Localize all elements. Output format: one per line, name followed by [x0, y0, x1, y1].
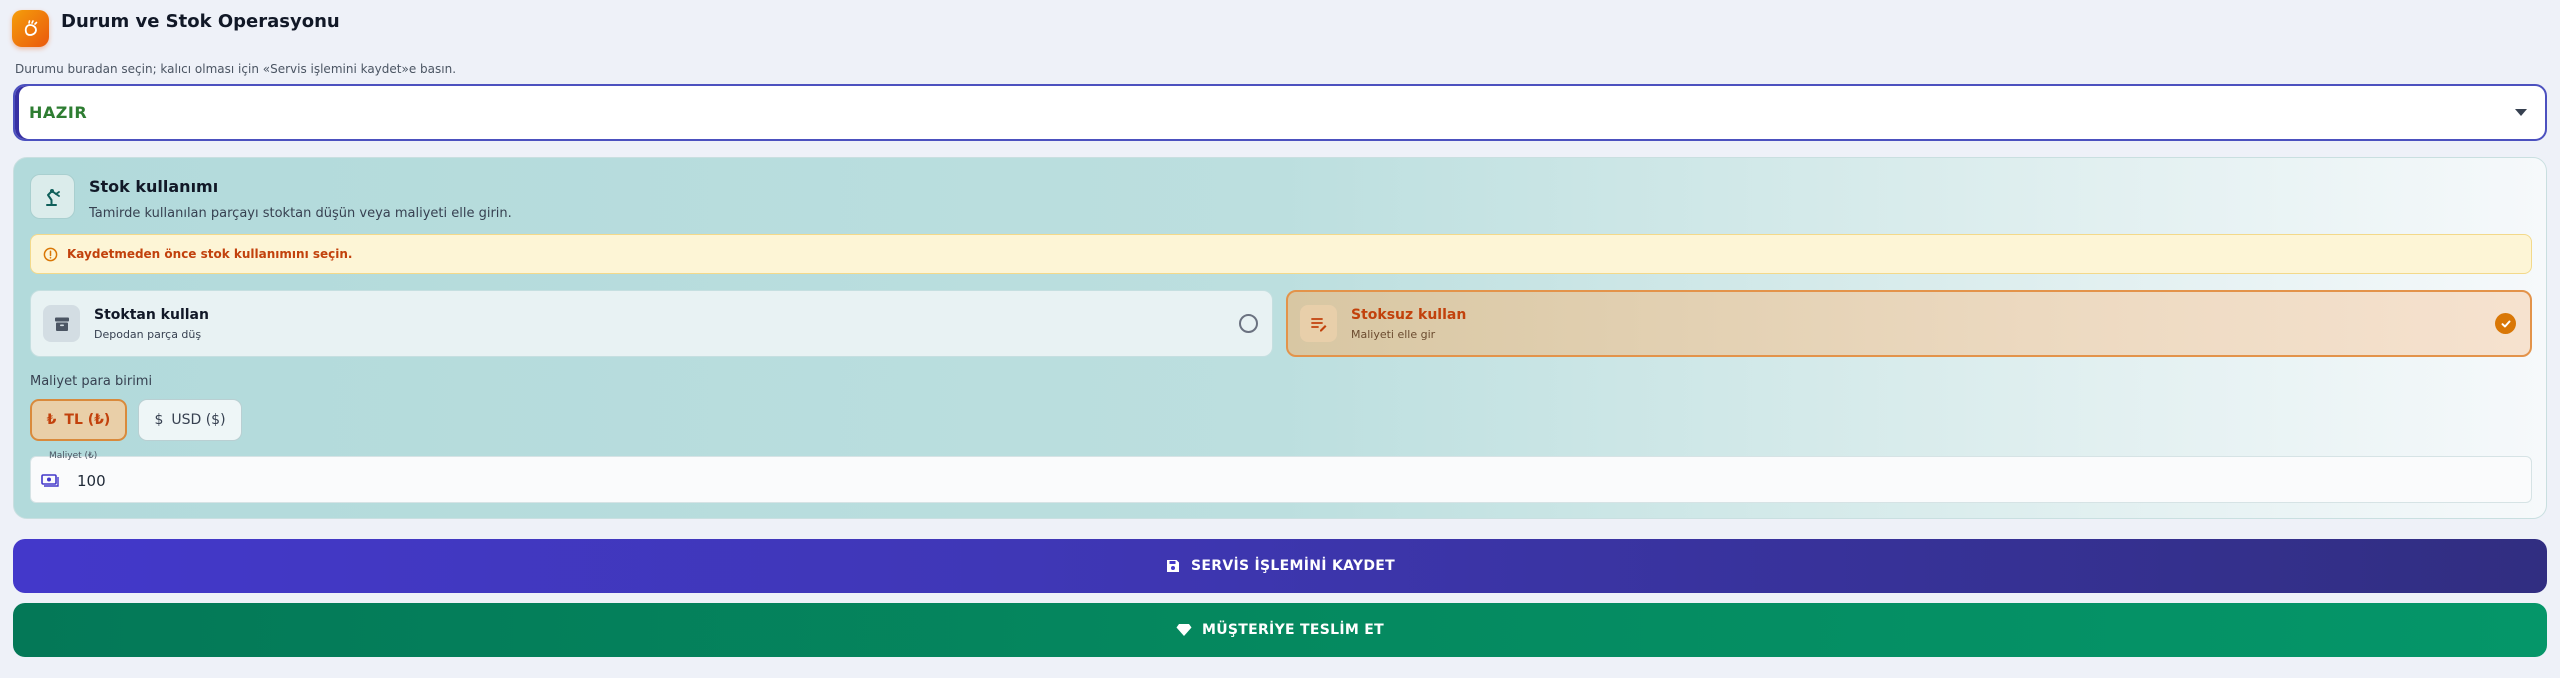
cost-value: 100 [77, 472, 106, 490]
floppy-disk-icon [1167, 560, 1180, 572]
stock-usage-panel: Stok kullanımı Tamirde kullanılan parçay… [13, 157, 2547, 519]
option-use-from-stock[interactable]: Stoktan kullan Depodan parça düş [30, 290, 1273, 357]
stock-panel-subtitle: Tamirde kullanılan parçayı stoktan düşün… [89, 206, 512, 221]
currency-label-tl: TL (₺) [64, 412, 111, 428]
currency-label: Maliyet para birimi [30, 374, 153, 389]
stock-warning-text: Kaydetmeden önce stok kullanımını seçin. [67, 247, 353, 261]
status-hint: Durumu buradan seçin; kalıcı olması için… [15, 62, 457, 76]
stock-panel-header: Stok kullanımı Tamirde kullanılan parçay… [30, 174, 512, 221]
option-subtitle: Depodan parça düş [94, 327, 202, 341]
deliver-to-customer-button[interactable]: MÜŞTERİYE TESLİM ET [13, 603, 2547, 657]
currency-label-usd: USD ($) [171, 412, 226, 428]
page-title: Durum ve Stok Operasyonu [61, 11, 340, 32]
hand-sparkle-icon [12, 10, 49, 47]
robot-arm-icon [30, 174, 75, 219]
edit-list-icon [1300, 305, 1337, 342]
option-title: Stoksuz kullan [1351, 306, 1467, 323]
check-circle-icon [2495, 313, 2516, 334]
page-header: Durum ve Stok Operasyonu [12, 10, 340, 47]
dollar-icon: $ [154, 412, 164, 428]
deliver-button-label: MÜŞTERİYE TESLİM ET [1201, 622, 1384, 638]
option-use-without-stock[interactable]: Stoksuz kullan Maliyeti elle gir [1286, 290, 2532, 357]
radio-unchecked-icon [1239, 314, 1258, 333]
stock-panel-title: Stok kullanımı [89, 177, 219, 196]
option-title: Stoktan kullan [94, 306, 209, 323]
currency-usd-button[interactable]: $ USD ($) [138, 399, 242, 441]
lira-icon: ₺ [46, 412, 57, 428]
option-subtitle: Maliyeti elle gir [1351, 327, 1436, 341]
info-circle-icon [43, 247, 58, 261]
chevron-down-icon [2515, 109, 2527, 116]
save-service-button[interactable]: SERVİS İŞLEMİNİ KAYDET [13, 539, 2547, 593]
cost-field-label: Maliyet (₺) [49, 451, 98, 461]
diamond-icon [1176, 624, 1192, 636]
status-selected-value: HAZIR [29, 103, 88, 122]
banknote-icon [41, 472, 59, 491]
save-button-label: SERVİS İŞLEMİNİ KAYDET [1191, 558, 1395, 574]
currency-tl-button[interactable]: ₺ TL (₺) [30, 399, 127, 441]
status-select[interactable]: HAZIR [13, 84, 2547, 141]
cost-input[interactable]: Maliyet (₺) 100 [30, 451, 2532, 503]
archive-box-icon [43, 305, 80, 342]
stock-warning-banner: Kaydetmeden önce stok kullanımını seçin. [30, 234, 2532, 274]
